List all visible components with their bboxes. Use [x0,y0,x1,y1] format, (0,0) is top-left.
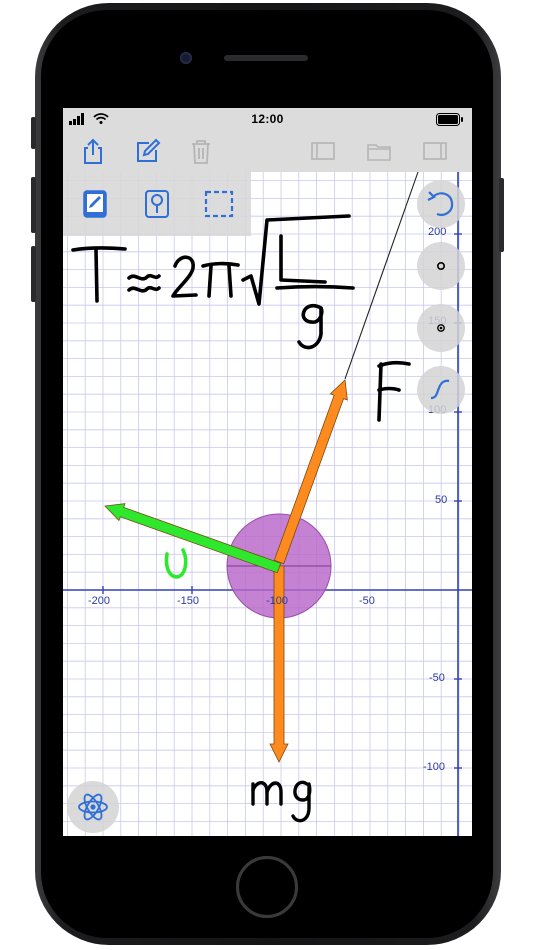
y-tick-label: -100 [423,761,446,773]
point-button[interactable] [417,242,465,290]
tool-panel [63,172,251,236]
mute-switch [31,117,36,149]
home-button-ring [236,856,298,918]
y-tick-label: -50 [429,672,445,684]
toolbar [63,130,472,172]
front-camera [180,52,192,64]
x-tick-label: -200 [88,595,111,607]
curve-button[interactable] [417,366,465,414]
curve-icon [430,379,450,400]
selection-rect-icon[interactable] [203,188,235,220]
status-time: 12:00 [251,112,284,126]
point-icon [436,261,445,270]
folder-icon[interactable] [365,137,393,165]
panel-icon[interactable] [421,137,449,165]
trash-icon[interactable] [187,137,215,165]
share-icon[interactable] [79,137,107,165]
pen-tablet-icon[interactable] [79,188,111,220]
atom-icon [78,793,108,821]
volume-up-button [31,177,36,233]
magnifier-tool-icon[interactable] [141,188,173,220]
page-view-icon[interactable] [309,137,337,165]
point-circle-button[interactable] [417,304,465,352]
x-tick-label: -150 [177,595,200,607]
power-button [499,178,504,252]
volume-down-button [31,246,36,302]
undo-icon [427,191,454,216]
y-tick-label: 50 [435,494,448,506]
physics-atom-button[interactable] [67,781,119,833]
x-tick-label: -50 [359,595,375,607]
battery-icon [436,113,463,126]
undo-button[interactable] [417,180,465,228]
earpiece-speaker [224,55,308,61]
pendulum-string [344,171,419,380]
compose-icon[interactable] [133,137,161,165]
screen: -200 -150 -100 -50 200 150 100 50 -50 -1… [63,108,472,836]
status-bar: 12:00 [63,108,472,130]
point-circle-icon [437,324,445,332]
x-tick-label: -100 [266,595,289,607]
